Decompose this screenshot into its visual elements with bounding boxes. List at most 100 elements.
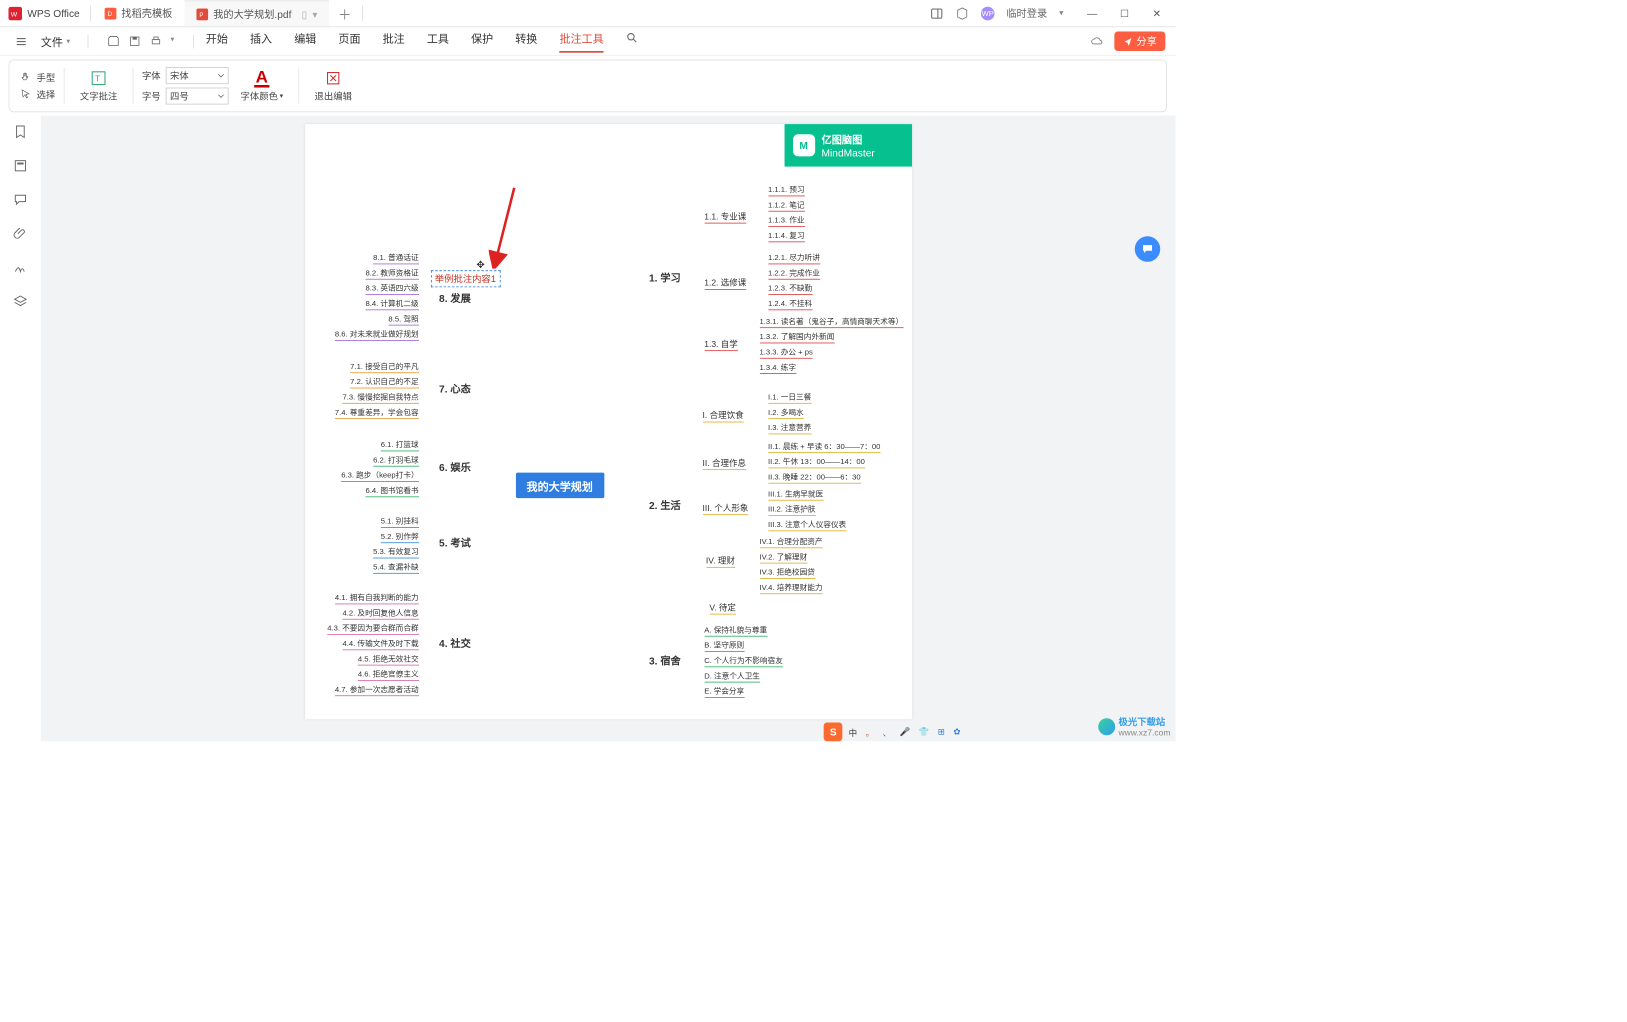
font-select[interactable]: 宋体 (166, 67, 229, 84)
brand-line2: MindMaster (822, 147, 875, 159)
menu-item[interactable]: 工具 (427, 30, 449, 53)
menu-item[interactable]: 转换 (515, 30, 537, 53)
leaf: 4.4. 传输文件及时下载 (343, 638, 419, 651)
menu-hamburger[interactable] (10, 35, 32, 47)
leaf: 1.3.2. 了解国内外新闻 (759, 331, 834, 344)
menu-item[interactable]: 编辑 (294, 30, 316, 53)
tab-document[interactable]: P 我的大学规划.pdf ▯ ▾ (184, 0, 329, 26)
cube-icon[interactable] (955, 6, 969, 20)
leaf: 8.1. 普通话证 (373, 252, 418, 265)
close-button[interactable]: ✕ (1145, 7, 1169, 19)
font-color-icon: A (254, 69, 270, 87)
ime-icon[interactable]: ⊞ (935, 726, 947, 737)
svg-text:P: P (199, 13, 203, 19)
menu-item[interactable]: 批注 (383, 30, 405, 53)
ime-chip[interactable]: 、 (880, 725, 894, 739)
menu-item-active[interactable]: 批注工具 (559, 30, 603, 53)
leaf: III.1. 生病早就医 (768, 488, 823, 501)
ime-icon[interactable]: ✿ (951, 726, 963, 737)
leaf: 1.2.3. 不缺勤 (768, 282, 812, 295)
maximize-button[interactable]: ☐ (1113, 7, 1137, 19)
branch-2-title: 2. 生活 (649, 498, 681, 512)
sogou-icon: S (824, 723, 843, 742)
menu-item[interactable]: 插入 (250, 30, 272, 53)
assistant-float-button[interactable] (1135, 236, 1161, 262)
ime-icon[interactable]: 🎤 (897, 726, 913, 737)
panel-icon[interactable] (930, 6, 944, 20)
leaf: II.3. 晚睡 22：00——6：30 (768, 471, 861, 484)
leaf: C. 个人行为不影响宿友 (704, 655, 783, 668)
ime-bar[interactable]: S 中 。 、 🎤 👕 ⊞ ✿ (824, 723, 963, 742)
thumbnails-icon[interactable] (13, 158, 28, 173)
select-tool[interactable]: 选择 (20, 88, 56, 102)
leaf: IV.4. 培养理财能力 (759, 581, 822, 594)
brand-logo-icon: M (793, 134, 815, 156)
ime-icon[interactable]: 👕 (916, 726, 932, 737)
tab-label: 我的大学规划.pdf (213, 7, 291, 21)
print-icon[interactable] (149, 35, 162, 48)
minimize-button[interactable]: — (1080, 7, 1104, 19)
avatar[interactable]: WP (981, 6, 995, 20)
leaf: 1.1.1. 预习 (768, 184, 805, 197)
leaf: 6.1. 打篮球 (381, 439, 419, 452)
leaf: 8.6. 对未来就业做好规划 (335, 328, 419, 341)
ime-chip[interactable]: 。 (863, 725, 877, 739)
cloud-icon[interactable] (1091, 34, 1105, 48)
bookmark-icon[interactable] (13, 124, 28, 139)
leaf: E. 学会分享 (704, 685, 744, 698)
tab-divider-icon: ▯ (302, 8, 308, 20)
ime-chip[interactable]: 中 (846, 725, 860, 739)
save-icon[interactable] (128, 35, 141, 48)
size-select[interactable]: 四号 (166, 88, 229, 105)
leaf: 5.1. 别挂科 (381, 515, 419, 528)
sub: V. 待定 (709, 600, 736, 614)
menu-item[interactable]: 页面 (338, 30, 360, 53)
chevron-down-icon[interactable]: ▾ (170, 35, 174, 48)
menu-item[interactable]: 保护 (471, 30, 493, 53)
annotation-box[interactable]: 举例批注内容1 (431, 270, 501, 287)
brand-line1: 亿图脑图 (822, 132, 875, 146)
size-value: 四号 (170, 89, 189, 103)
file-label: 文件 (41, 33, 63, 49)
sub: III. 个人形象 (703, 501, 749, 515)
leaf: 6.2. 打羽毛球 (373, 454, 418, 467)
leaf: III.3. 注意个人仪容仪表 (768, 519, 846, 532)
svg-text:W: W (11, 11, 18, 18)
tab-template[interactable]: D 找稻壳模板 (92, 0, 184, 26)
tab-menu-icon[interactable]: ▾ (312, 8, 317, 20)
chevron-down-icon (218, 72, 225, 79)
login-label[interactable]: 临时登录 (1006, 6, 1047, 20)
open-icon[interactable] (107, 35, 120, 48)
chevron-down-icon[interactable]: ▾ (1059, 9, 1063, 18)
sub: II. 合理作息 (703, 456, 746, 470)
canvas[interactable]: M 亿图脑图MindMaster ✥ 举例批注内容1 我的大学规划 8. 发展 … (41, 116, 1176, 742)
leaf: 6.3. 跑步（keep打卡） (341, 469, 418, 482)
menu-item[interactable]: 开始 (206, 30, 228, 53)
share-button[interactable]: 分享 (1114, 31, 1165, 51)
exit-edit-button[interactable]: 退出编辑 (308, 69, 359, 103)
hand-tool[interactable]: 手型 (20, 71, 56, 85)
font-color-button[interactable]: A 字体颜色▾ (234, 69, 290, 102)
leaf: 1.2.1. 尽力听讲 (768, 252, 820, 265)
attachment-icon[interactable] (13, 226, 28, 241)
layers-icon[interactable] (13, 294, 28, 309)
leaf: 4.1. 拥有自我判断的能力 (335, 592, 419, 605)
leaf: I.3. 注意营养 (768, 422, 811, 435)
select-label: 选择 (37, 88, 56, 102)
file-menu[interactable]: 文件▾ (36, 33, 76, 49)
leaf: A. 保持礼貌与尊重 (704, 624, 767, 637)
comment-icon[interactable] (13, 192, 28, 207)
leaf: 1.3.1. 读名著（鬼谷子，高情商聊天术等） (759, 315, 903, 328)
branch-1-title: 1. 学习 (649, 270, 681, 284)
leaf: I.2. 多喝水 (768, 406, 804, 419)
watermark-text: 极光下载站 (1118, 715, 1170, 729)
exit-label: 退出编辑 (315, 89, 352, 103)
branch-5-title: 5. 考试 (439, 536, 471, 550)
sub: 1.1. 专业课 (704, 209, 746, 223)
cursor-icon (20, 88, 32, 100)
ribbon: 手型 选择 T 文字批注 字体 宋体 字号 四号 A 字体颜色▾ 退出编辑 (9, 60, 1168, 113)
signature-icon[interactable] (13, 260, 28, 275)
text-annotation-button[interactable]: T 文字批注 (73, 69, 124, 103)
search-icon[interactable] (626, 31, 639, 44)
new-tab-button[interactable]: ＋ (329, 3, 360, 23)
